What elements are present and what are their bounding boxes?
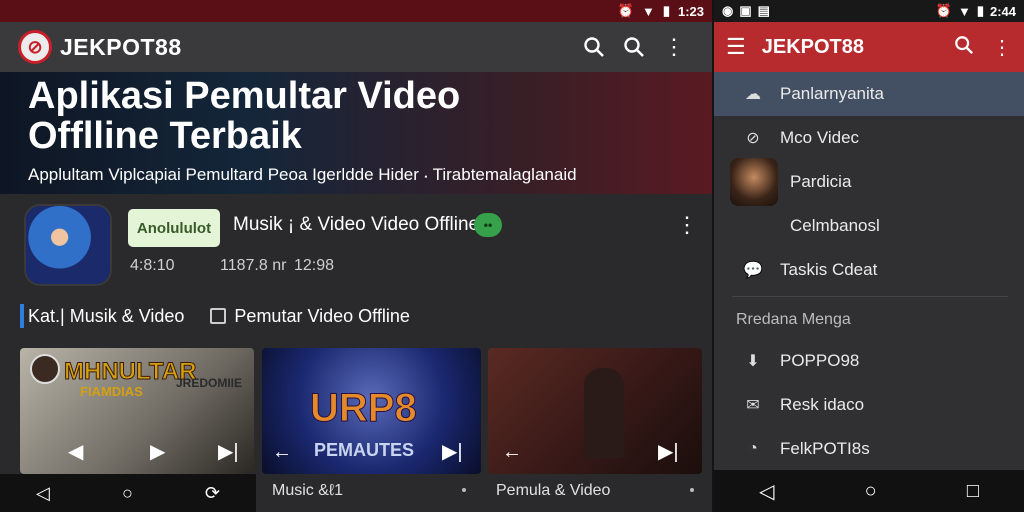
app-meta-2: 1187.8 nr bbox=[220, 257, 287, 274]
system-nav-bar: ◁ ○ ⟳ bbox=[0, 474, 256, 512]
video-card[interactable]: URP8 PEMAUTES ← ▶| bbox=[262, 348, 481, 474]
recents-icon[interactable]: □ bbox=[967, 480, 979, 503]
alarm-icon: ⏰ bbox=[935, 3, 952, 18]
menu-item[interactable]: ☁ Panlarnyanita bbox=[714, 72, 1024, 116]
category-chips: Kat.| Musik & Video Pemutar Video Offlin… bbox=[20, 304, 410, 328]
thumbnail bbox=[730, 158, 778, 206]
install-button[interactable]: Anolululot bbox=[128, 209, 220, 247]
menu-item[interactable]: Pardicia bbox=[714, 158, 1024, 206]
video-card[interactable]: MHNULTAR FIAMDIAS JREDOMIIE ◀ ▶ ▶| bbox=[20, 348, 254, 474]
brand-title: JEKPOT88 bbox=[60, 33, 182, 60]
system-nav-bar: ◁ ○ □ bbox=[714, 470, 1024, 512]
prev-icon[interactable]: ◀ bbox=[68, 439, 83, 464]
hero-subtitle: Applultam Viplcapiai Pemultard Peoa Iger… bbox=[28, 165, 577, 184]
next-icon[interactable]: ▶| bbox=[218, 439, 239, 464]
menu-item[interactable]: ◔ FelkPOTI8s bbox=[714, 427, 1024, 471]
hero-banner: Aplikasi Pemultar Video Offlline Terbaik… bbox=[0, 72, 712, 194]
chip-label: Pemutar Video Offline bbox=[234, 305, 410, 326]
menu-item-label: Celmbanosl bbox=[790, 216, 880, 235]
right-phone: ◉ ▣ ▤ ⏰ ▼ ▮ 2:44 ☰ JEKPOT88 ⋮ ☁ Panlarny… bbox=[712, 0, 1024, 512]
chat-bubble-icon: ◔ bbox=[748, 440, 758, 457]
menu-item[interactable]: ⊘ Mco Videc bbox=[714, 116, 1024, 160]
status-time: 1:23 bbox=[677, 3, 704, 19]
more-vert-icon[interactable]: ⋮ bbox=[992, 35, 1012, 60]
menu-item[interactable]: 💬 Taskis Cdeat bbox=[714, 248, 1024, 292]
wifi-icon: ▼ bbox=[641, 3, 655, 19]
menu-item-label: POPPO98 bbox=[780, 351, 860, 370]
more-vert-icon[interactable]: ⋮ bbox=[676, 212, 698, 238]
video-card[interactable]: ← ▶| bbox=[488, 348, 702, 474]
status-bar: ◉ ▣ ▤ ⏰ ▼ ▮ 2:44 bbox=[714, 0, 1024, 22]
app-meta-1: 4:8:10 bbox=[130, 257, 175, 274]
battery-icon: ▮ bbox=[976, 3, 984, 18]
search-icon[interactable] bbox=[954, 35, 974, 60]
back-arrow-icon[interactable]: ← bbox=[502, 441, 522, 464]
menu-item-label: Pardicia bbox=[790, 172, 852, 191]
play-icon[interactable]: ▶ bbox=[150, 439, 165, 464]
performer-figure bbox=[584, 368, 624, 458]
menu-item[interactable]: ⬇ POPPO98 bbox=[714, 339, 1024, 383]
chip-indicator bbox=[20, 304, 24, 328]
card-subtitle: PEMAUTES bbox=[314, 440, 415, 460]
next-icon[interactable]: ▶| bbox=[442, 439, 463, 464]
back-icon[interactable]: ◁ bbox=[759, 479, 774, 504]
home-icon[interactable]: ○ bbox=[865, 480, 877, 503]
wifi-icon: ▼ bbox=[957, 3, 971, 19]
back-arrow-icon[interactable]: ← bbox=[272, 441, 292, 464]
app-meta-3: 12:98 bbox=[294, 257, 335, 274]
hero-title-line1: Aplikasi Pemultar Video bbox=[28, 75, 461, 117]
checkbox-icon bbox=[210, 308, 227, 324]
status-time: 2:44 bbox=[989, 3, 1016, 19]
chip-offline[interactable]: Pemutar Video Offline bbox=[210, 305, 410, 327]
menu-item-label: Resk idaco bbox=[780, 395, 865, 414]
section-header: Rredana Menga bbox=[736, 311, 851, 328]
menu-icon[interactable]: ☰ bbox=[726, 34, 746, 60]
search-icon[interactable] bbox=[614, 27, 654, 67]
alarm-icon: ⏰ bbox=[617, 3, 634, 18]
battery-icon: ▮ bbox=[662, 3, 670, 18]
download-icon: ⬇ bbox=[746, 353, 760, 370]
app-name: Musik ¡ & Video Video Offline bbox=[233, 214, 480, 235]
menu-item-label: Panlarnyanita bbox=[780, 84, 884, 103]
mail-icon: ✉ bbox=[746, 397, 760, 414]
brand-title: JEKPOT88 bbox=[761, 35, 864, 58]
menu-item-label: FelkPOTI8s bbox=[780, 439, 870, 458]
card-tag: JREDOMIIE bbox=[176, 376, 243, 390]
next-icon[interactable]: ▶| bbox=[658, 439, 679, 464]
card-subtitle: FIAMDIAS bbox=[80, 384, 143, 399]
menu-item-label: Taskis Cdeat bbox=[780, 260, 878, 279]
more-dot-icon[interactable] bbox=[462, 488, 466, 492]
cloud-icon: ☁ bbox=[745, 86, 761, 103]
card-title: URP8 bbox=[310, 386, 418, 431]
chip-label: Kat.| Musik & Video bbox=[28, 305, 185, 326]
more-dot-icon[interactable] bbox=[690, 488, 694, 492]
card-caption: Music &ℓ1 bbox=[272, 482, 343, 499]
chip-category[interactable]: Kat.| Musik & Video bbox=[20, 304, 184, 328]
left-phone: ⏰ ▼ ▮ 1:23 ⊘ JEKPOT88 ⋮ Aplikasi Pemulta… bbox=[0, 0, 712, 512]
more-vert-icon[interactable]: ⋮ bbox=[654, 27, 694, 67]
back-icon[interactable]: ◁ bbox=[36, 483, 50, 504]
menu-item[interactable]: ✉ Resk idaco bbox=[714, 383, 1024, 427]
card-caption: Pemula & Video bbox=[496, 482, 611, 499]
no-symbol-icon: ⊘ bbox=[18, 30, 52, 64]
app-bar: ☰ JEKPOT88 ⋮ bbox=[714, 22, 1024, 72]
menu-item-label: Mco Videc bbox=[780, 128, 860, 147]
menu-item[interactable]: Celmbanosl bbox=[714, 204, 1024, 248]
notification-icon: ◉ bbox=[722, 3, 734, 18]
avatar bbox=[30, 354, 60, 384]
search-icon[interactable] bbox=[574, 27, 614, 67]
app-bar: ⊘ JEKPOT88 ⋮ bbox=[0, 22, 712, 72]
compass-icon: ⊘ bbox=[746, 130, 760, 147]
notification-icon: ▣ bbox=[739, 3, 752, 18]
recents-icon[interactable]: ⟳ bbox=[205, 483, 220, 504]
chat-icon: 💬 bbox=[743, 262, 763, 279]
hero-title-line2: Offlline Terbaik bbox=[28, 115, 302, 157]
home-icon[interactable]: ○ bbox=[122, 483, 133, 504]
notification-icon: ▤ bbox=[757, 3, 770, 18]
app-icon[interactable] bbox=[26, 206, 110, 284]
divider bbox=[732, 296, 1008, 297]
status-bar: ⏰ ▼ ▮ 1:23 bbox=[0, 0, 712, 22]
screen: ⏰ ▼ ▮ 1:23 ⊘ JEKPOT88 ⋮ Aplikasi Pemulta… bbox=[0, 0, 1024, 512]
status-badge: •• bbox=[474, 213, 502, 237]
